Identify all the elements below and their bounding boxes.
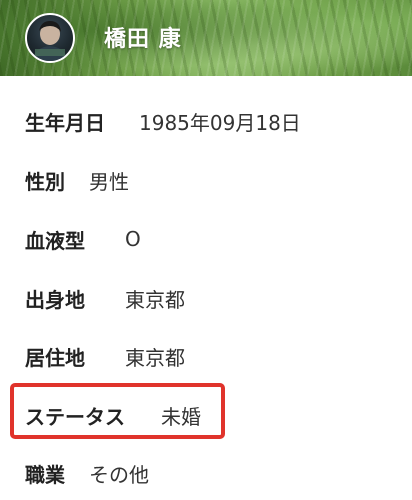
birthdate-value: 1985年09月18日	[139, 110, 301, 135]
occupation-row: 職業 その他	[25, 456, 149, 490]
blood-type-value: O	[125, 227, 141, 251]
gender-value: 男性	[89, 169, 129, 194]
profile-page: 橋田 康 生年月日 1985年09月18日 性別 男性 血液型 O 出身地 東京…	[0, 0, 412, 500]
profile-header: 橋田 康	[0, 0, 412, 76]
gender-row: 性別 男性	[25, 163, 129, 197]
gender-label: 性別	[25, 169, 65, 194]
status-row: ステータス 未婚	[25, 398, 201, 432]
hometown-label: 出身地	[25, 287, 85, 312]
avatar[interactable]	[25, 13, 75, 63]
hometown-value: 東京都	[125, 287, 185, 312]
avatar-photo-icon	[32, 21, 68, 61]
residence-label: 居住地	[25, 345, 85, 370]
residence-value: 東京都	[125, 345, 185, 370]
blood-type-label: 血液型	[25, 228, 85, 253]
status-label: ステータス	[25, 404, 125, 429]
status-value: 未婚	[161, 404, 201, 429]
occupation-label: 職業	[25, 462, 65, 487]
hometown-row: 出身地 東京都	[25, 281, 185, 315]
birthdate-label: 生年月日	[25, 110, 105, 135]
username: 橋田 康	[104, 27, 182, 52]
residence-row: 居住地 東京都	[25, 339, 185, 373]
occupation-value: その他	[89, 462, 149, 487]
blood-type-row: 血液型 O	[25, 222, 141, 256]
birthdate-row: 生年月日 1985年09月18日	[25, 104, 301, 138]
